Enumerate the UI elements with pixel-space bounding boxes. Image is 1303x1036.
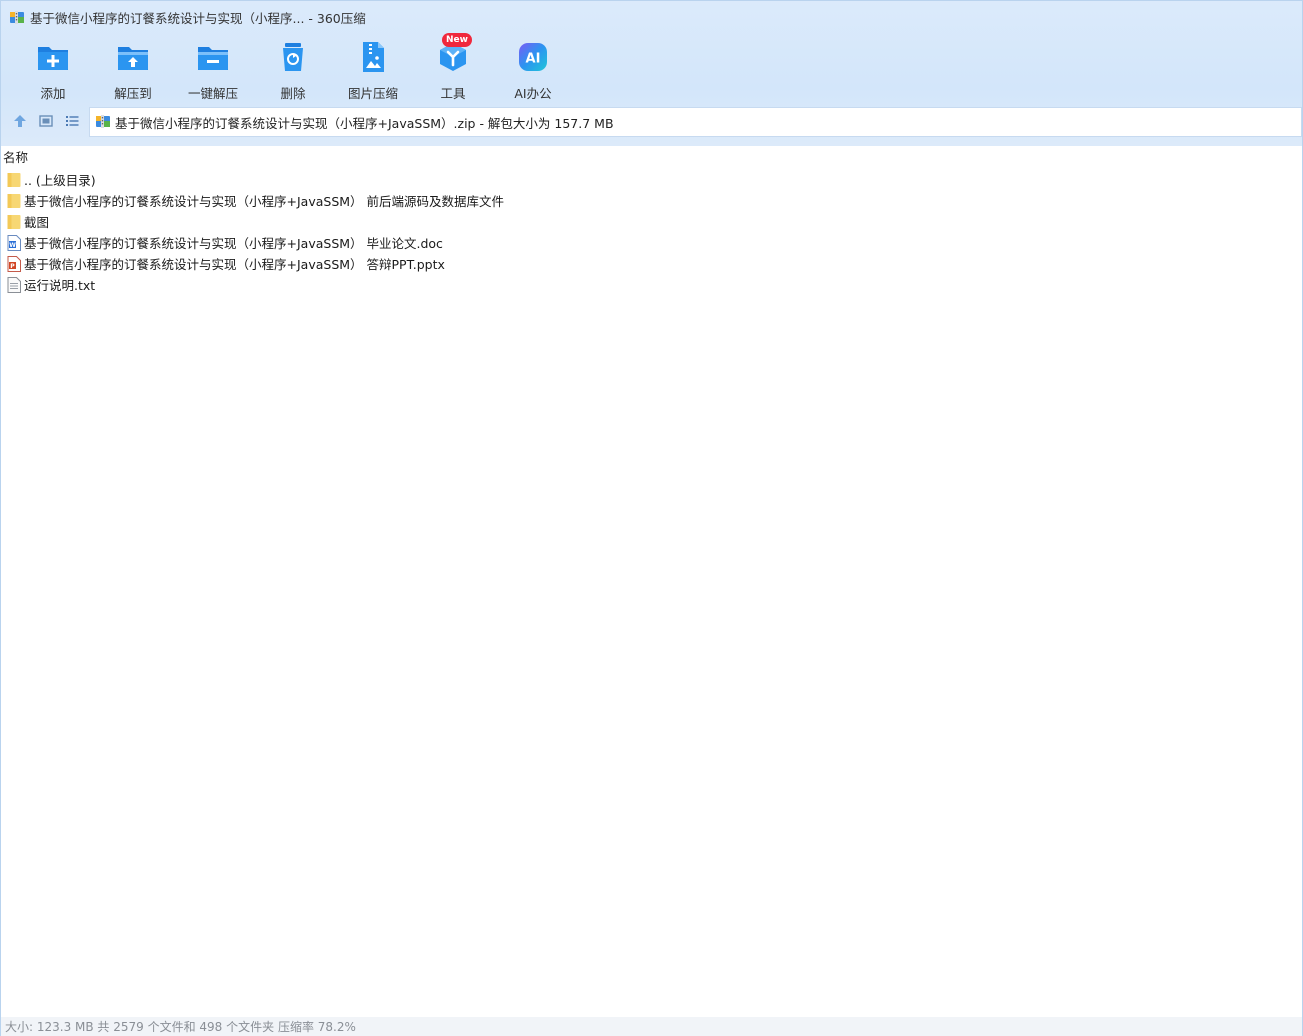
svg-text:W: W	[9, 241, 16, 248]
folder-add-icon	[36, 40, 70, 74]
file-name: .. (上级目录)	[24, 173, 96, 188]
file-list: .. (上级目录) 基于微信小程序的订餐系统设计与实现（小程序+JavaSSM）…	[1, 169, 1302, 295]
delete-button[interactable]: 删除	[253, 37, 333, 101]
name-column-label: 名称	[3, 149, 29, 165]
list-item[interactable]: 截图	[1, 211, 1302, 232]
new-badge: New	[442, 33, 472, 47]
one-click-extract-label: 一键解压	[187, 86, 238, 101]
navigation-bar: 基于微信小程序的订餐系统设计与实现（小程序+JavaSSM）.zip - 解包大…	[1, 107, 1302, 137]
powerpoint-icon: P	[7, 255, 21, 272]
status-text: 大小: 123.3 MB 共 2579 个文件和 498 个文件夹 压缩率 78…	[5, 1020, 356, 1034]
folder-icon	[7, 172, 21, 188]
list-view-button[interactable]	[59, 109, 85, 135]
svg-text:AI: AI	[526, 52, 541, 67]
file-name: 截图	[24, 215, 50, 230]
extract-to-label: 解压到	[114, 86, 152, 101]
header-area: 基于微信小程序的订餐系统设计与实现（小程序... - 360压缩 添加 解压到 …	[1, 1, 1302, 146]
ai-office-icon: AI	[516, 40, 550, 74]
extract-to-button[interactable]: 解压到	[93, 37, 173, 101]
up-level-button[interactable]	[7, 109, 33, 135]
delete-label: 删除	[280, 86, 306, 101]
image-compress-label: 图片压缩	[347, 86, 398, 101]
main-toolbar: 添加 解压到 一键解压 删除 图片压缩 工具 AI AI办公	[13, 37, 573, 101]
add-button[interactable]: 添加	[13, 37, 93, 101]
address-bar[interactable]: 基于微信小程序的订餐系统设计与实现（小程序+JavaSSM）.zip - 解包大…	[89, 107, 1302, 137]
text-file-icon	[7, 276, 21, 293]
list-item[interactable]: 基于微信小程序的订餐系统设计与实现（小程序+JavaSSM） 前后端源码及数据库…	[1, 190, 1302, 211]
folder-extract-icon	[116, 40, 150, 74]
svg-text:P: P	[10, 262, 15, 269]
file-name: 基于微信小程序的订餐系统设计与实现（小程序+JavaSSM） 答辩PPT.ppt…	[24, 257, 445, 272]
add-label: 添加	[40, 86, 66, 101]
archive-app-icon	[9, 9, 25, 25]
status-bar: 大小: 123.3 MB 共 2579 个文件和 498 个文件夹 压缩率 78…	[1, 1017, 1302, 1036]
file-name: 基于微信小程序的订餐系统设计与实现（小程序+JavaSSM） 前后端源码及数据库…	[24, 194, 505, 209]
folder-icon	[7, 193, 21, 209]
window-title: 基于微信小程序的订餐系统设计与实现（小程序... - 360压缩	[30, 10, 366, 26]
archive-file-icon	[95, 113, 111, 132]
folder-icon	[7, 214, 21, 230]
word-doc-icon: W	[7, 234, 21, 251]
list-item[interactable]: .. (上级目录)	[1, 169, 1302, 190]
list-item[interactable]: 运行说明.txt	[1, 274, 1302, 295]
thumbnail-view-button[interactable]	[33, 109, 59, 135]
one-click-extract-button[interactable]: 一键解压	[173, 37, 253, 101]
list-item[interactable]: P 基于微信小程序的订餐系统设计与实现（小程序+JavaSSM） 答辩PPT.p…	[1, 253, 1302, 274]
image-compress-icon	[356, 40, 390, 74]
trash-icon	[276, 40, 310, 74]
title-bar[interactable]: 基于微信小程序的订餐系统设计与实现（小程序... - 360压缩	[1, 1, 1302, 33]
address-path: 基于微信小程序的订餐系统设计与实现（小程序+JavaSSM）.zip - 解包大…	[115, 115, 614, 131]
thumbnail-view-icon	[39, 114, 53, 131]
folder-minus-icon	[196, 40, 230, 74]
ai-office-button[interactable]: AI AI办公	[493, 37, 573, 101]
name-column-header[interactable]: 名称	[1, 147, 1302, 165]
ai-office-label: AI办公	[514, 86, 552, 101]
list-item[interactable]: W 基于微信小程序的订餐系统设计与实现（小程序+JavaSSM） 毕业论文.do…	[1, 232, 1302, 253]
tools-label: 工具	[440, 86, 466, 101]
app-window: 基于微信小程序的订餐系统设计与实现（小程序... - 360压缩 添加 解压到 …	[0, 0, 1303, 1036]
file-name: 运行说明.txt	[24, 278, 96, 293]
list-view-icon	[65, 114, 79, 131]
arrow-up-icon	[13, 114, 27, 131]
file-name: 基于微信小程序的订餐系统设计与实现（小程序+JavaSSM） 毕业论文.doc	[24, 236, 443, 251]
image-compress-button[interactable]: 图片压缩	[333, 37, 413, 101]
